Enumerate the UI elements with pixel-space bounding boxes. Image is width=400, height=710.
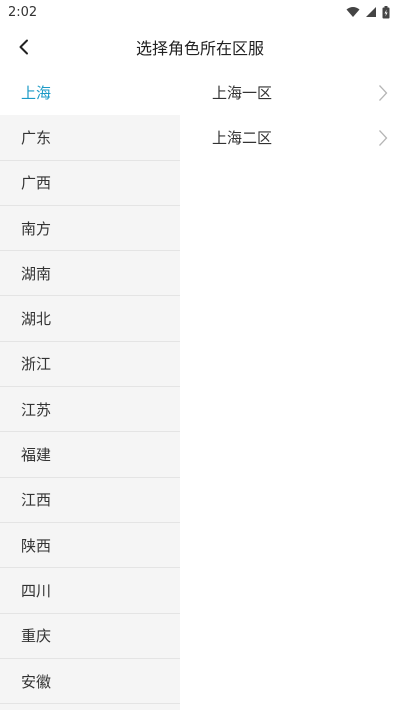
region-label: 江苏: [21, 400, 52, 419]
region-item[interactable]: 湖北: [0, 296, 180, 342]
server-label: 上海一区: [212, 84, 273, 102]
chevron-right-icon: [379, 84, 388, 101]
region-label: 江西: [21, 491, 52, 510]
region-label: 安徽: [21, 672, 52, 691]
region-label: 重庆: [21, 627, 52, 646]
region-item[interactable]: 上海: [0, 70, 180, 116]
region-item[interactable]: 重庆: [0, 614, 180, 659]
header: 选择角色所在区服: [0, 24, 400, 70]
back-button[interactable]: [10, 33, 38, 61]
region-item[interactable]: 江西: [0, 478, 180, 523]
region-item[interactable]: 陕西: [0, 523, 180, 569]
wifi-icon: [346, 7, 360, 17]
server-list: 上海一区 上海二区: [180, 70, 400, 710]
status-bar: 2:02: [0, 0, 400, 24]
status-time: 2:02: [8, 4, 38, 20]
signal-icon: [366, 7, 376, 17]
region-sidebar: 上海 广东 广西 南方 湖南 湖北 浙江 江苏 福建 江西 陕西 四川 重庆 安…: [0, 70, 180, 710]
region-label: 陕西: [21, 536, 52, 555]
region-item[interactable]: 湖南: [0, 251, 180, 297]
region-label: 湖南: [21, 264, 52, 283]
region-item[interactable]: 福建: [0, 432, 180, 478]
region-item[interactable]: 广西: [0, 161, 180, 206]
region-label: 广西: [21, 174, 52, 193]
region-label: 广东: [21, 128, 52, 147]
region-label: 湖北: [21, 310, 52, 329]
region-item[interactable]: 江苏: [0, 387, 180, 433]
server-item[interactable]: 上海二区: [180, 115, 400, 160]
region-label: 福建: [21, 446, 52, 465]
chevron-right-icon: [379, 129, 388, 146]
battery-icon: [382, 5, 390, 18]
page-title: 选择角色所在区服: [135, 39, 264, 58]
region-item[interactable]: 四川: [0, 568, 180, 614]
server-item[interactable]: 上海一区: [180, 70, 400, 115]
status-icons: [346, 5, 390, 19]
region-item[interactable]: 安徽: [0, 659, 180, 705]
region-label: 浙江: [21, 355, 52, 374]
region-label: 南方: [21, 219, 52, 238]
region-item[interactable]: 广东: [0, 115, 180, 161]
chevron-left-icon: [19, 39, 28, 55]
region-label: 上海: [21, 83, 52, 102]
region-label: 四川: [21, 581, 52, 600]
region-item[interactable]: 南方: [0, 206, 180, 252]
region-item[interactable]: 浙江: [0, 342, 180, 388]
server-label: 上海二区: [212, 129, 273, 147]
